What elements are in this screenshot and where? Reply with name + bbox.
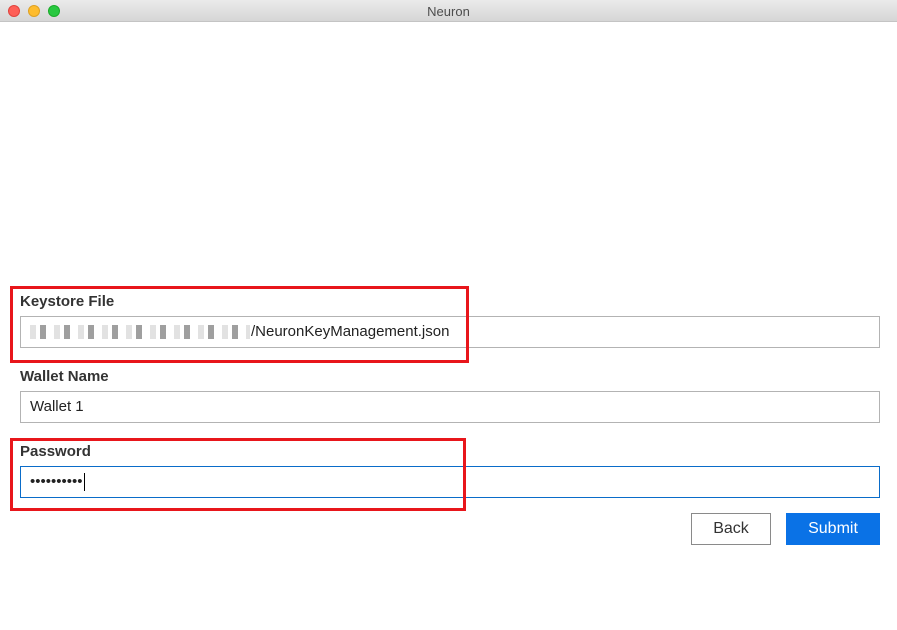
password-input[interactable]: ••••••••••: [20, 466, 880, 498]
window-title: Neuron: [427, 4, 470, 19]
keystore-path-text: /NeuronKeyManagement.json: [251, 323, 450, 341]
back-button[interactable]: Back: [691, 513, 771, 545]
wallet-name-input[interactable]: Wallet 1: [20, 391, 880, 423]
text-caret: [83, 473, 85, 492]
app-window: Neuron Keystore File /NeuronKeyManagemen…: [0, 0, 897, 630]
redacted-path-segment: [30, 325, 250, 340]
wallet-name-label: Wallet Name: [20, 368, 109, 385]
password-label: Password: [20, 443, 91, 460]
keystore-file-field[interactable]: /NeuronKeyManagement.json: [20, 316, 880, 348]
submit-button[interactable]: Submit: [786, 513, 880, 545]
title-bar: Neuron: [0, 0, 897, 22]
password-masked-value: ••••••••••: [30, 473, 83, 490]
keystore-file-label: Keystore File: [20, 293, 115, 310]
